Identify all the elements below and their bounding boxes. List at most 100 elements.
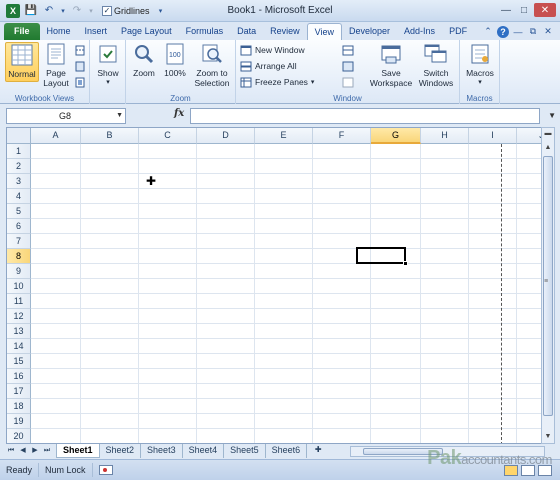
row-header-3[interactable]: 3 xyxy=(7,174,31,189)
horizontal-scroll-thumb[interactable] xyxy=(363,448,443,455)
name-box[interactable]: G8 ▼ xyxy=(6,108,126,124)
insert-function-icon[interactable]: fx xyxy=(174,108,184,119)
zoom-button[interactable]: Zoom xyxy=(130,42,158,78)
worksheet-grid[interactable]: ABCDEFGHIJ 12345678910111213141516171819… xyxy=(6,127,547,444)
row-header-13[interactable]: 13 xyxy=(7,324,31,339)
column-header-e[interactable]: E xyxy=(255,128,313,144)
maximize-icon[interactable]: □ xyxy=(516,3,532,17)
tab-home[interactable]: Home xyxy=(40,23,78,40)
split-box-icon[interactable]: ▬ xyxy=(542,128,554,140)
arrange-all-button[interactable]: Arrange All xyxy=(240,59,297,73)
column-header-f[interactable]: F xyxy=(313,128,371,144)
row-header-4[interactable]: 4 xyxy=(7,189,31,204)
active-cell-g8[interactable] xyxy=(356,247,406,264)
row-header-6[interactable]: 6 xyxy=(7,219,31,234)
redo-icon[interactable]: ↷ xyxy=(70,4,84,18)
redo-dropdown-icon[interactable]: ▾ xyxy=(88,4,94,18)
select-all-corner[interactable] xyxy=(7,128,31,144)
insert-worksheet-icon[interactable]: ✚ xyxy=(311,445,325,457)
formula-input[interactable] xyxy=(190,108,540,124)
normal-view-shortcut-icon[interactable] xyxy=(504,464,518,476)
sheet-tab-sheet1[interactable]: Sheet1 xyxy=(56,444,100,458)
tab-page-layout[interactable]: Page Layout xyxy=(114,23,179,40)
sheet-tab-sheet3[interactable]: Sheet3 xyxy=(141,444,183,458)
excel-logo-icon[interactable]: X xyxy=(6,3,20,18)
gridlines-toggle[interactable]: ✓ Gridlines xyxy=(102,5,150,16)
page-break-preview-button[interactable] xyxy=(74,43,86,57)
gridlines-checkbox[interactable]: ✓ xyxy=(102,5,112,16)
custom-views-button[interactable] xyxy=(74,59,86,73)
row-header-10[interactable]: 10 xyxy=(7,279,31,294)
column-header-h[interactable]: H xyxy=(421,128,469,144)
row-header-19[interactable]: 19 xyxy=(7,414,31,429)
tab-formulas[interactable]: Formulas xyxy=(179,23,231,40)
show-button[interactable]: Show ▾ xyxy=(94,42,122,88)
full-screen-button[interactable] xyxy=(74,75,86,89)
column-header-b[interactable]: B xyxy=(81,128,139,144)
macros-button[interactable]: Macros ▾ xyxy=(464,42,496,88)
name-box-dropdown-icon[interactable]: ▼ xyxy=(116,109,123,123)
vertical-scrollbar[interactable]: ▬ ▲ ≡ ▼ xyxy=(541,127,555,444)
split-button[interactable] xyxy=(342,43,354,57)
column-header-i[interactable]: I xyxy=(469,128,517,144)
tab-review[interactable]: Review xyxy=(263,23,307,40)
row-header-18[interactable]: 18 xyxy=(7,399,31,414)
row-header-5[interactable]: 5 xyxy=(7,204,31,219)
undo-dropdown-icon[interactable]: ▾ xyxy=(60,4,66,18)
minimize-ribbon-icon[interactable]: ⌃ xyxy=(482,26,494,38)
doc-restore-icon[interactable]: ⧉ xyxy=(527,26,539,38)
page-break-shortcut-icon[interactable] xyxy=(538,464,552,476)
tab-add-ins[interactable]: Add-Ins xyxy=(397,23,442,40)
hide-window-button[interactable] xyxy=(342,59,354,73)
macro-record-icon[interactable] xyxy=(98,465,113,475)
scroll-down-icon[interactable]: ▼ xyxy=(542,431,554,443)
row-header-11[interactable]: 11 xyxy=(7,294,31,309)
column-header-d[interactable]: D xyxy=(197,128,255,144)
next-sheet-icon[interactable]: ▶ xyxy=(30,445,40,457)
new-window-button[interactable]: New Window xyxy=(240,43,305,57)
sheet-tab-sheet4[interactable]: Sheet4 xyxy=(183,444,225,458)
tab-file[interactable]: File xyxy=(4,23,40,40)
minimize-icon[interactable]: — xyxy=(498,3,514,17)
undo-icon[interactable]: ↶ xyxy=(42,4,56,18)
row-header-2[interactable]: 2 xyxy=(7,159,31,174)
freeze-panes-button[interactable]: Freeze Panes ▾ xyxy=(240,75,314,89)
row-header-15[interactable]: 15 xyxy=(7,354,31,369)
save-icon[interactable]: 💾 xyxy=(24,4,38,18)
zoom-to-selection-button[interactable]: Zoom to Selection xyxy=(192,42,232,88)
horizontal-scrollbar[interactable] xyxy=(350,446,545,457)
tab-developer[interactable]: Developer xyxy=(342,23,397,40)
tab-insert[interactable]: Insert xyxy=(78,23,115,40)
page-layout-shortcut-icon[interactable] xyxy=(521,464,535,476)
column-header-a[interactable]: A xyxy=(31,128,81,144)
row-header-17[interactable]: 17 xyxy=(7,384,31,399)
sheet-tab-sheet2[interactable]: Sheet2 xyxy=(100,444,142,458)
customize-qat-icon[interactable]: ▾ xyxy=(154,4,168,18)
last-sheet-icon[interactable]: ⏭ xyxy=(42,445,52,457)
vertical-scroll-thumb[interactable] xyxy=(543,156,553,416)
doc-minimize-icon[interactable]: — xyxy=(512,26,524,38)
column-header-g[interactable]: G xyxy=(371,128,421,144)
row-header-7[interactable]: 7 xyxy=(7,234,31,249)
row-header-9[interactable]: 9 xyxy=(7,264,31,279)
fill-handle[interactable] xyxy=(403,261,408,266)
tab-view[interactable]: View xyxy=(306,23,342,40)
row-header-16[interactable]: 16 xyxy=(7,369,31,384)
first-sheet-icon[interactable]: ⏮ xyxy=(6,445,16,457)
help-icon[interactable]: ? xyxy=(497,25,509,38)
doc-close-icon[interactable]: ✕ xyxy=(542,26,554,38)
sheet-tab-sheet5[interactable]: Sheet5 xyxy=(224,444,266,458)
tab-pdf[interactable]: PDF xyxy=(442,23,474,40)
prev-sheet-icon[interactable]: ◀ xyxy=(18,445,28,457)
normal-view-button[interactable]: Normal xyxy=(5,42,39,82)
expand-formula-bar-icon[interactable]: ▼ xyxy=(548,111,556,120)
row-header-20[interactable]: 20 xyxy=(7,429,31,443)
row-header-8[interactable]: 8 xyxy=(7,249,31,264)
page-layout-view-button[interactable]: Page Layout xyxy=(41,42,71,88)
row-header-14[interactable]: 14 xyxy=(7,339,31,354)
row-header-12[interactable]: 12 xyxy=(7,309,31,324)
tab-data[interactable]: Data xyxy=(230,23,263,40)
sheet-tab-sheet6[interactable]: Sheet6 xyxy=(266,444,308,458)
scroll-up-icon[interactable]: ▲ xyxy=(542,142,554,154)
save-workspace-button[interactable]: Save Workspace xyxy=(368,42,414,88)
